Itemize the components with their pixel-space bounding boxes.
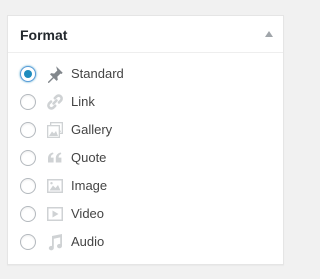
collapse-toggle-icon[interactable] (265, 31, 273, 37)
format-option-standard[interactable]: Standard (8, 60, 283, 88)
format-option-image[interactable]: Image (8, 172, 283, 200)
format-audio-label: Audio (71, 234, 105, 249)
format-image-label: Image (71, 178, 108, 193)
panel-title: Format (20, 27, 68, 43)
gallery-icon (45, 120, 65, 140)
format-video-label: Video (71, 206, 105, 221)
video-icon (45, 204, 65, 224)
format-standard-radio[interactable] (20, 66, 36, 82)
format-gallery-label: Gallery (71, 122, 113, 137)
format-option-gallery[interactable]: Gallery (8, 116, 283, 144)
format-option-link[interactable]: Link (8, 88, 283, 116)
format-image-radio[interactable] (20, 178, 36, 194)
format-quote-label: Quote (71, 150, 107, 165)
image-icon (45, 176, 65, 196)
format-audio-radio[interactable] (20, 234, 36, 250)
pin-icon (45, 64, 65, 84)
link-icon (45, 92, 65, 112)
format-link-label: Link (71, 94, 95, 109)
format-panel: Format Standard Link Gallery Quote Image… (7, 15, 284, 265)
format-quote-radio[interactable] (20, 150, 36, 166)
format-gallery-radio[interactable] (20, 122, 36, 138)
format-standard-label: Standard (71, 66, 124, 81)
format-option-video[interactable]: Video (8, 200, 283, 228)
format-options-list: Standard Link Gallery Quote Image Video … (8, 60, 283, 256)
format-option-audio[interactable]: Audio (8, 228, 283, 256)
format-video-radio[interactable] (20, 206, 36, 222)
format-link-radio[interactable] (20, 94, 36, 110)
audio-icon (45, 232, 65, 252)
format-panel-header: Format (8, 16, 283, 53)
quote-icon (45, 148, 65, 168)
format-option-quote[interactable]: Quote (8, 144, 283, 172)
